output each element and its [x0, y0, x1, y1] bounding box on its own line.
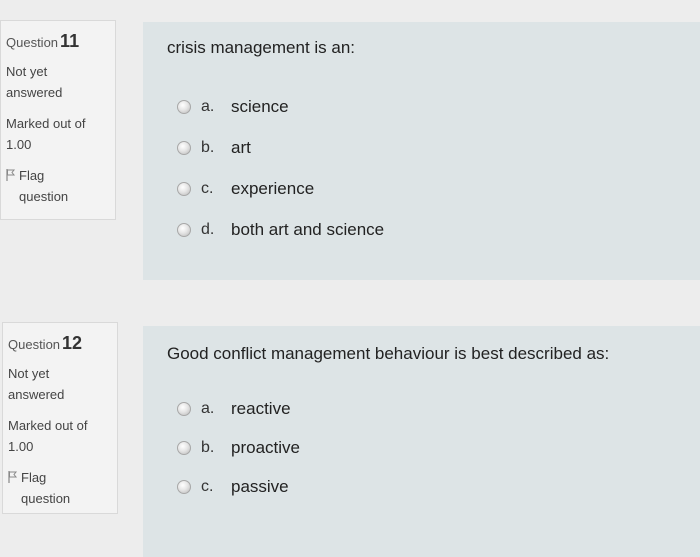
- answer-option-c[interactable]: c. experience: [177, 178, 314, 200]
- question-text: crisis management is an:: [167, 38, 356, 57]
- answer-letter: c.: [201, 180, 214, 197]
- answer-letter: d.: [201, 221, 215, 238]
- question-state: Not yet answered: [6, 64, 63, 100]
- radio-button[interactable]: [177, 182, 191, 196]
- question-state: Not yet answered: [8, 366, 65, 402]
- answer-letter: a.: [201, 400, 215, 417]
- flag-question-label: Flag question: [19, 168, 69, 204]
- question-formulation-12: Good conflict management behaviour is be…: [143, 326, 700, 557]
- answer-option-b[interactable]: b. proactive: [177, 437, 300, 459]
- flag-question-link[interactable]: Flag question: [8, 467, 117, 509]
- question-info-11: Question 11 Not yet answered Marked out o…: [0, 20, 116, 220]
- radio-button[interactable]: [177, 141, 191, 155]
- question-number: Question 12: [8, 333, 83, 353]
- answer-option-b[interactable]: b. art: [177, 137, 251, 159]
- answer-letter: b.: [201, 139, 215, 156]
- answer-option-c[interactable]: c. passive: [177, 476, 289, 498]
- flag-icon: [6, 169, 16, 181]
- question-info-12: Question 12 Not yet answered Marked out o…: [2, 322, 118, 514]
- flag-question-label: Flag question: [21, 470, 71, 506]
- answer-text: reactive: [231, 399, 291, 418]
- question-formulation-11: crisis management is an: a. science b. a…: [143, 22, 700, 280]
- radio-button[interactable]: [177, 223, 191, 237]
- flag-question-link[interactable]: Flag question: [6, 165, 115, 207]
- answer-letter: c.: [201, 478, 214, 495]
- answer-letter: a.: [201, 98, 215, 115]
- answer-text: both art and science: [231, 220, 385, 239]
- answer-text: art: [231, 138, 251, 157]
- answer-option-a[interactable]: a. reactive: [177, 398, 291, 420]
- radio-button[interactable]: [177, 100, 191, 114]
- answer-text: proactive: [231, 438, 300, 457]
- radio-button[interactable]: [177, 480, 191, 494]
- answer-option-d[interactable]: d. both art and science: [177, 219, 384, 241]
- question-grade: Marked out of 1.00: [6, 116, 86, 152]
- answer-text: science: [231, 97, 289, 116]
- question-number: Question 11: [6, 31, 80, 51]
- radio-button[interactable]: [177, 402, 191, 416]
- answer-letter: b.: [201, 439, 215, 456]
- question-grade: Marked out of 1.00: [8, 418, 88, 454]
- radio-button[interactable]: [177, 441, 191, 455]
- question-text: Good conflict management behaviour is be…: [167, 344, 610, 363]
- answer-text: experience: [231, 179, 315, 198]
- flag-icon: [8, 471, 18, 483]
- answer-text: passive: [231, 477, 289, 496]
- answer-option-a[interactable]: a. science: [177, 96, 289, 118]
